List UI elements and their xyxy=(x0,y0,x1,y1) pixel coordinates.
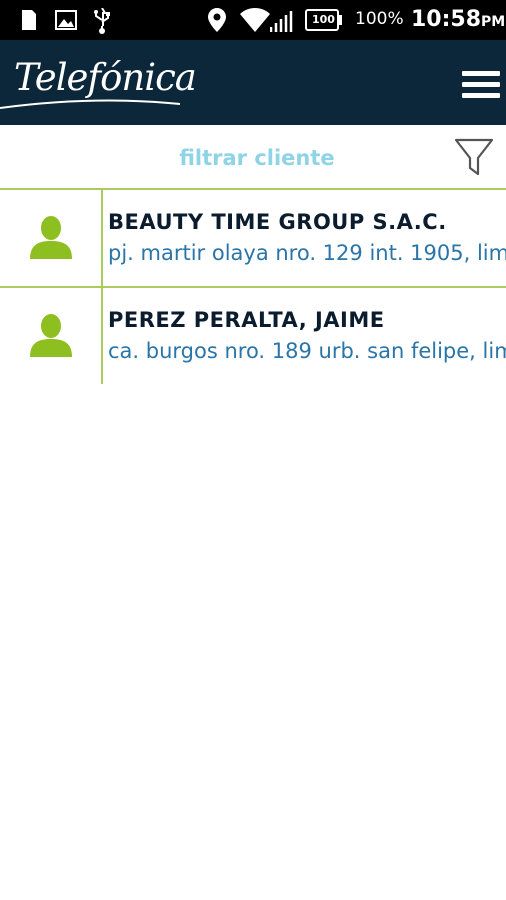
filter-bar xyxy=(0,126,506,190)
client-name: PEREZ PERALTA, JAIME xyxy=(108,308,385,332)
client-list: BEAUTY TIME GROUP S.A.C. pj. martir olay… xyxy=(0,190,506,384)
telefonica-logo: Telefónica xyxy=(14,56,197,99)
wifi-icon xyxy=(240,8,270,32)
location-icon xyxy=(208,8,226,32)
menu-bar-top xyxy=(462,71,500,76)
app-bar: Telefónica xyxy=(0,40,506,125)
client-row[interactable]: BEAUTY TIME GROUP S.A.C. pj. martir olay… xyxy=(0,190,506,288)
image-icon xyxy=(55,10,77,30)
menu-bar-bottom xyxy=(462,93,500,98)
battery-percent: 100% xyxy=(355,9,404,29)
client-row[interactable]: PEREZ PERALTA, JAIME ca. burgos nro. 189… xyxy=(0,288,506,384)
funnel-filter-icon[interactable] xyxy=(454,138,494,178)
user-icon xyxy=(30,314,72,357)
status-bar: 100 100% 10:58PM xyxy=(0,0,506,40)
clock-ampm: PM xyxy=(481,14,506,30)
sim-icon xyxy=(22,10,36,30)
usb-icon xyxy=(94,8,110,34)
client-address: ca. burgos nro. 189 urb. san felipe, lim xyxy=(108,339,506,363)
avatar-cell xyxy=(0,288,103,384)
clock: 10:58PM xyxy=(411,7,505,32)
client-name: BEAUTY TIME GROUP S.A.C. xyxy=(108,210,447,234)
avatar-cell xyxy=(0,190,103,286)
clock-time: 10:58 xyxy=(411,7,482,32)
client-address: pj. martir olaya nro. 129 int. 1905, lim xyxy=(108,241,506,265)
user-icon xyxy=(30,216,72,259)
logo-swoosh xyxy=(0,99,181,109)
battery-icon-label: 100 xyxy=(312,13,335,26)
menu-bar-middle xyxy=(462,82,500,87)
filter-client-input[interactable] xyxy=(110,140,404,176)
signal-icon xyxy=(270,11,293,32)
hamburger-menu-icon[interactable] xyxy=(458,67,500,99)
